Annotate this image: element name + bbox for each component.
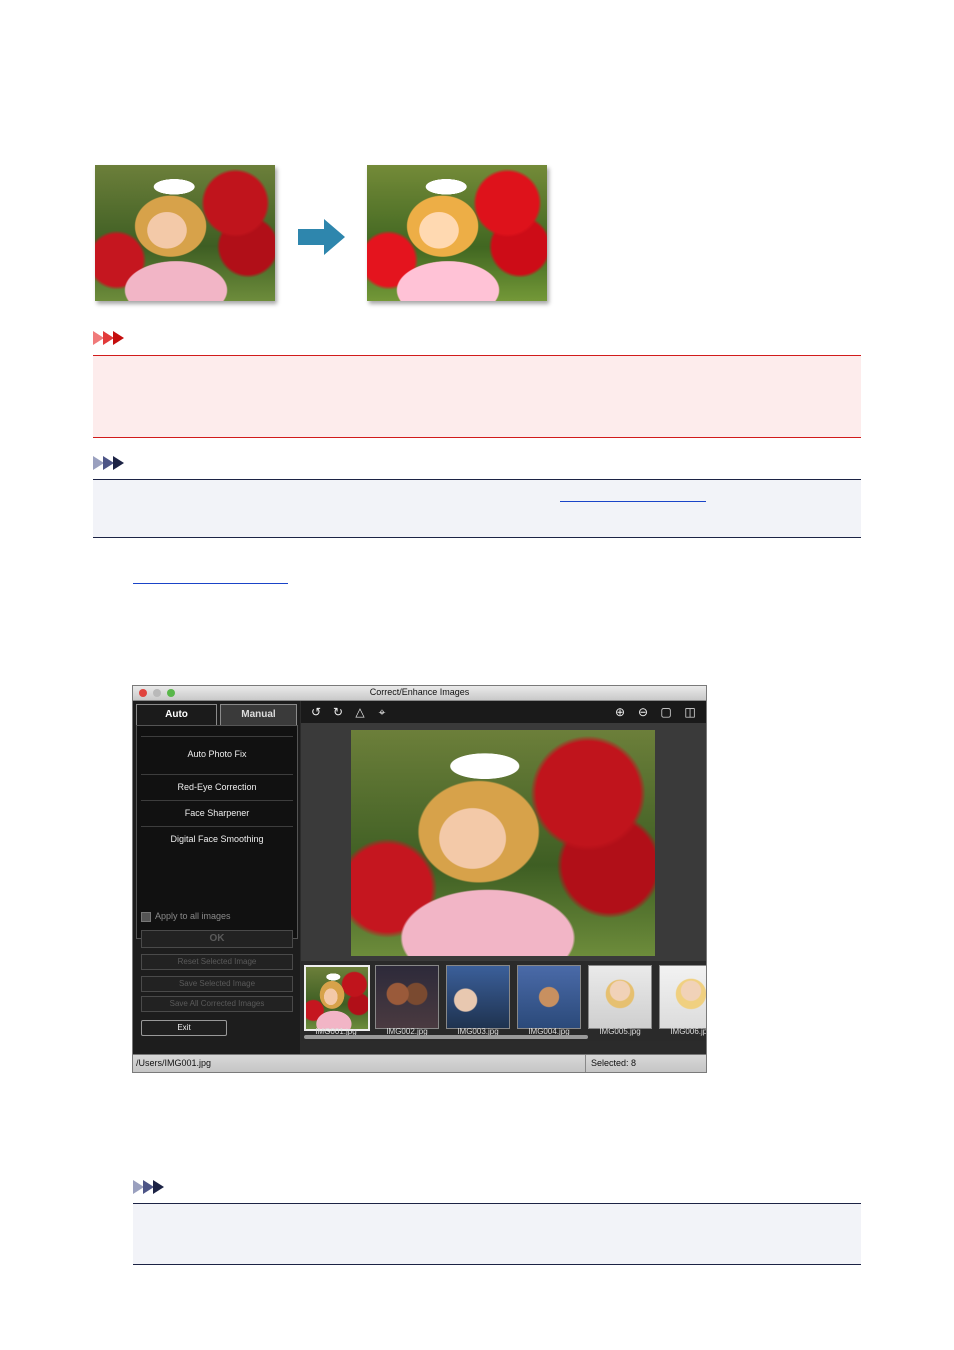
crop-icon[interactable]: ⌖: [375, 705, 389, 719]
correction-list: Auto Photo Fix Red-Eye Correction Face S…: [136, 725, 298, 939]
status-path: /Users/IMG001.jpg: [136, 1058, 212, 1068]
save-selected-image-button[interactable]: Save Selected Image: [141, 976, 293, 992]
apply-all-checkbox[interactable]: [141, 912, 151, 922]
save-all-corrected-images-button[interactable]: Save All Corrected Images: [141, 996, 293, 1012]
zoom-out-icon[interactable]: ⊖: [636, 705, 650, 719]
before-photo: [95, 165, 275, 301]
status-selected-count: Selected: 8: [591, 1058, 637, 1068]
exit-button[interactable]: Exit: [141, 1020, 227, 1036]
rotate-left-icon[interactable]: ↺: [309, 705, 323, 719]
divider: [141, 736, 293, 737]
digital-face-smoothing-option[interactable]: Digital Face Smoothing: [141, 834, 293, 844]
full-screen-icon[interactable]: ▢: [659, 705, 673, 719]
correct-enhance-window: Correct/Enhance Images Auto Manual Auto …: [132, 685, 707, 1073]
tab-manual[interactable]: Manual: [220, 704, 297, 726]
face-sharpener-option[interactable]: Face Sharpener: [141, 808, 293, 818]
ok-button[interactable]: OK: [141, 930, 293, 948]
auto-photo-fix-option[interactable]: Auto Photo Fix: [141, 749, 293, 759]
thumbnail-label: IMG006.jpg: [670, 1027, 707, 1036]
compare-icon[interactable]: ◫: [683, 705, 697, 719]
rotate-right-icon[interactable]: ↻: [331, 705, 345, 719]
divider: [141, 826, 293, 827]
thumbnail-label: IMG005.jpg: [599, 1027, 641, 1036]
note-box: [93, 479, 861, 538]
divider: [141, 800, 293, 801]
thumbnail[interactable]: [588, 965, 652, 1029]
thumbnail[interactable]: [446, 965, 510, 1029]
thumbnail[interactable]: [659, 965, 706, 1029]
thumbnail[interactable]: [517, 965, 581, 1029]
preview-image[interactable]: [351, 730, 655, 956]
window-title: Correct/Enhance Images: [369, 687, 470, 697]
correction-panel: Auto Manual Auto Photo Fix Red-Eye Corre…: [133, 701, 300, 1054]
image-toolbar: ↺ ↻ △ ⌖ ⊕ ⊖ ▢ ◫: [301, 701, 706, 723]
important-icon: [93, 331, 133, 345]
thumbnail[interactable]: [304, 965, 370, 1031]
note-link[interactable]: [560, 501, 706, 502]
note-icon: [133, 1180, 173, 1194]
note-icon: [93, 456, 133, 470]
important-box: [93, 355, 861, 438]
red-eye-correction-option[interactable]: Red-Eye Correction: [141, 782, 293, 792]
window-titlebar: Correct/Enhance Images: [133, 686, 706, 701]
mirror-icon[interactable]: △: [353, 705, 367, 719]
note-box: [133, 1203, 861, 1265]
status-divider: [585, 1055, 586, 1072]
thumbnail[interactable]: [375, 965, 439, 1029]
filmstrip-scrollbar[interactable]: [304, 1035, 588, 1039]
after-photo: [367, 165, 547, 301]
preview-area: [301, 723, 706, 961]
status-bar: /Users/IMG001.jpg Selected: 8: [133, 1054, 706, 1072]
arrow-right-icon: [298, 219, 345, 255]
tab-auto[interactable]: Auto: [136, 704, 217, 725]
step-link[interactable]: [133, 583, 288, 584]
thumbnail-strip: IMG001.jpg IMG002.jpg IMG003.jpg IMG004.…: [301, 961, 706, 1041]
apply-all-label: Apply to all images: [155, 911, 231, 921]
reset-selected-image-button[interactable]: Reset Selected Image: [141, 954, 293, 970]
zoom-in-icon[interactable]: ⊕: [613, 705, 627, 719]
divider: [141, 774, 293, 775]
